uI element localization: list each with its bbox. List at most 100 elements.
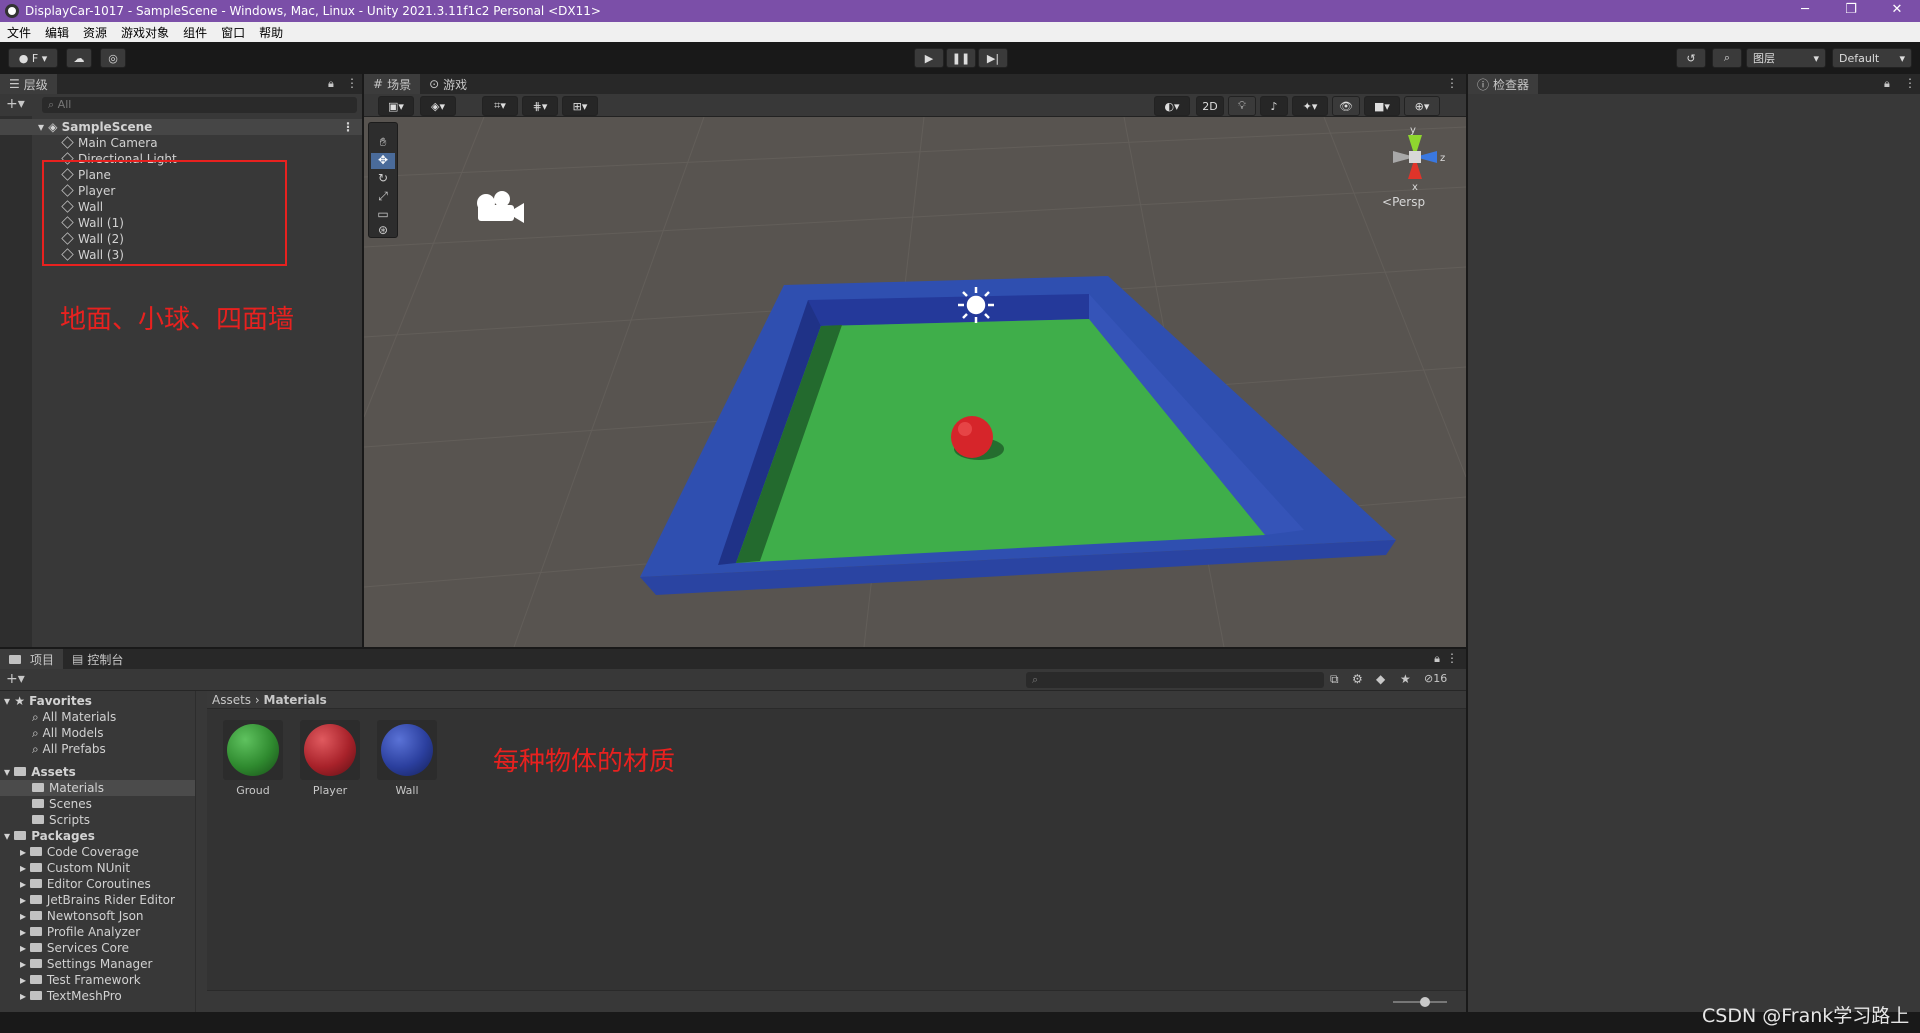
effects-dropdown[interactable]: ✦▾ — [1292, 96, 1328, 116]
minimize-button[interactable]: ─ — [1782, 0, 1828, 22]
transform-tool-icon[interactable]: ⊛ — [371, 223, 395, 237]
folder-icon — [32, 815, 44, 824]
cloud-icon[interactable]: ☁ — [66, 48, 92, 68]
scene-viewport[interactable]: y z x <Persp ✋︎ ✥ ↻ ⤢ ▭ ⊛ — [364, 117, 1466, 647]
favorite-item[interactable]: ⌕ All Models — [32, 725, 104, 741]
tab-hierarchy[interactable]: ☰ 层级 — [0, 74, 57, 94]
lighting-toggle-icon[interactable]: 💡︎ — [1228, 96, 1256, 116]
shading-mode-dropdown[interactable]: ◐▾ — [1154, 96, 1190, 116]
folder-icon — [29, 863, 42, 872]
lock-icon[interactable]: 🔒︎ — [328, 77, 334, 91]
visibility-toggle-icon[interactable]: 👁︎ — [1332, 96, 1360, 116]
lock-icon[interactable]: 🔒︎ — [1434, 652, 1440, 666]
chevron-right-icon: › — [254, 693, 264, 707]
package-folder[interactable]: ▸ Custom NUnit — [20, 860, 130, 876]
label-icon[interactable]: ◆ — [1376, 672, 1385, 686]
package-folder[interactable]: ▸ Newtonsoft Json — [20, 908, 144, 924]
unity-icon — [5, 4, 19, 18]
folder-icon — [32, 783, 44, 792]
layers-dropdown[interactable]: 图层 ▾ — [1746, 48, 1826, 68]
menu-component[interactable]: 组件 — [176, 24, 214, 41]
gizmo-x-label: x — [1412, 182, 1418, 193]
favorite-item[interactable]: ⌕ All Materials — [32, 709, 116, 725]
hand-tool-icon[interactable]: ✋︎ — [371, 135, 395, 151]
favorites-header[interactable]: ▾ ★ Favorites — [4, 693, 92, 709]
menu-gameobject[interactable]: 游戏对象 — [114, 24, 176, 41]
tab-game[interactable]: ⊙ 游戏 — [420, 74, 476, 94]
menu-file[interactable]: 文件 — [0, 24, 38, 41]
menu-help[interactable]: 帮助 — [252, 24, 290, 41]
menu-window[interactable]: 窗口 — [214, 24, 252, 41]
folder-icon — [29, 847, 42, 856]
search-by-label-icon[interactable]: ⚙ — [1352, 672, 1363, 686]
menu-assets[interactable]: 资源 — [76, 24, 114, 41]
toggle-2d-button[interactable]: 2D — [1196, 96, 1224, 116]
assets-folder[interactable]: Scenes — [32, 796, 92, 812]
menu-dots-icon[interactable]: ⋮ — [1904, 76, 1916, 90]
package-folder[interactable]: ▸ Services Core — [20, 940, 129, 956]
hierarchy-search-input[interactable]: ⌕ All — [42, 97, 357, 113]
menu-dots-icon[interactable]: ⋮ — [1446, 651, 1458, 665]
packages-header[interactable]: ▾ Packages — [4, 828, 95, 844]
assets-folder-selected[interactable]: Materials — [0, 780, 196, 796]
rect-tool-icon[interactable]: ▭ — [371, 207, 395, 223]
material-asset[interactable]: Wall — [375, 720, 439, 797]
favorite-icon[interactable]: ★ — [1400, 672, 1411, 686]
search-by-type-icon[interactable]: ⧉ — [1330, 672, 1339, 687]
gizmos-dropdown[interactable]: ⊕▾ — [1404, 96, 1440, 116]
move-tool-icon[interactable]: ✥ — [371, 153, 395, 169]
package-folder[interactable]: ▸ Settings Manager — [20, 956, 152, 972]
assets-folder[interactable]: Scripts — [32, 812, 90, 828]
hidden-packages-toggle[interactable]: ⊘16 — [1424, 672, 1447, 685]
step-button[interactable]: ▶| — [978, 48, 1008, 68]
scene-row[interactable]: ▾ ◈ SampleScene ⋮ — [0, 119, 362, 135]
package-folder[interactable]: ▸ TextMeshPro — [20, 988, 122, 1004]
pause-button[interactable]: ❚❚ — [946, 48, 976, 68]
zoom-slider-handle[interactable] — [1420, 997, 1430, 1007]
create-button[interactable]: +▾ — [6, 671, 25, 687]
menu-dots-icon[interactable]: ⋮ — [1446, 76, 1458, 90]
add-button[interactable]: +▾ — [6, 96, 25, 112]
snap-increment-dropdown[interactable]: ⊞▾ — [562, 96, 598, 116]
package-folder[interactable]: ▸ JetBrains Rider Editor — [20, 892, 175, 908]
rotate-tool-icon[interactable]: ↻ — [371, 171, 395, 187]
package-folder[interactable]: ▸ Editor Coroutines — [20, 876, 151, 892]
material-asset[interactable]: Groud — [221, 720, 285, 797]
history-icon[interactable]: ↺ — [1676, 48, 1706, 68]
tab-console[interactable]: ▤ 控制台 — [63, 649, 132, 669]
package-folder[interactable]: ▸ Profile Analyzer — [20, 924, 140, 940]
scale-tool-icon[interactable]: ⤢ — [371, 189, 395, 205]
collab-icon[interactable]: ◎ — [100, 48, 126, 68]
package-folder[interactable]: ▸ Test Framework — [20, 972, 141, 988]
tab-scene[interactable]: # 场景 — [364, 74, 421, 94]
draw-mode-dropdown[interactable]: ▣▾ — [378, 96, 414, 116]
menu-edit[interactable]: 编辑 — [38, 24, 76, 41]
pivot-dropdown[interactable]: ⌗▾ — [482, 96, 518, 116]
audio-toggle-icon[interactable]: ♪ — [1260, 96, 1288, 116]
folder-icon — [29, 943, 42, 952]
project-search-input[interactable]: ⌕ — [1026, 672, 1324, 688]
lock-icon[interactable]: 🔒︎ — [1884, 77, 1890, 91]
search-icon[interactable]: ⌕ — [1712, 48, 1742, 68]
grid-snap-dropdown[interactable]: ⋕▾ — [522, 96, 558, 116]
material-asset[interactable]: Player — [298, 720, 362, 797]
breadcrumb-materials[interactable]: Materials — [264, 693, 327, 707]
menu-dots-icon[interactable]: ⋮ — [346, 76, 358, 90]
render-mode-dropdown[interactable]: ◈▾ — [420, 96, 456, 116]
play-button[interactable]: ▶ — [914, 48, 944, 68]
breadcrumb-assets[interactable]: Assets — [212, 693, 251, 707]
tab-project[interactable]: 项目 — [0, 649, 64, 669]
maximize-button[interactable]: ❐ — [1828, 0, 1874, 22]
hierarchy-item[interactable]: Main Camera — [0, 135, 362, 151]
package-folder[interactable]: ▸ Code Coverage — [20, 844, 139, 860]
account-dropdown[interactable]: ● F ▾ — [8, 48, 58, 68]
close-button[interactable]: ✕ — [1874, 0, 1920, 22]
layout-dropdown[interactable]: Default ▾ — [1832, 48, 1912, 68]
camera-dropdown[interactable]: ■▾ — [1364, 96, 1400, 116]
favorite-item[interactable]: ⌕ All Prefabs — [32, 741, 106, 757]
assets-header[interactable]: ▾ Assets — [4, 764, 76, 780]
tree-scrollbar[interactable] — [195, 691, 196, 1012]
persp-label[interactable]: <Persp — [1382, 195, 1425, 209]
tab-inspector[interactable]: ⓘ 检查器 — [1468, 74, 1539, 94]
scene-menu-icon[interactable]: ⋮ — [342, 119, 354, 135]
